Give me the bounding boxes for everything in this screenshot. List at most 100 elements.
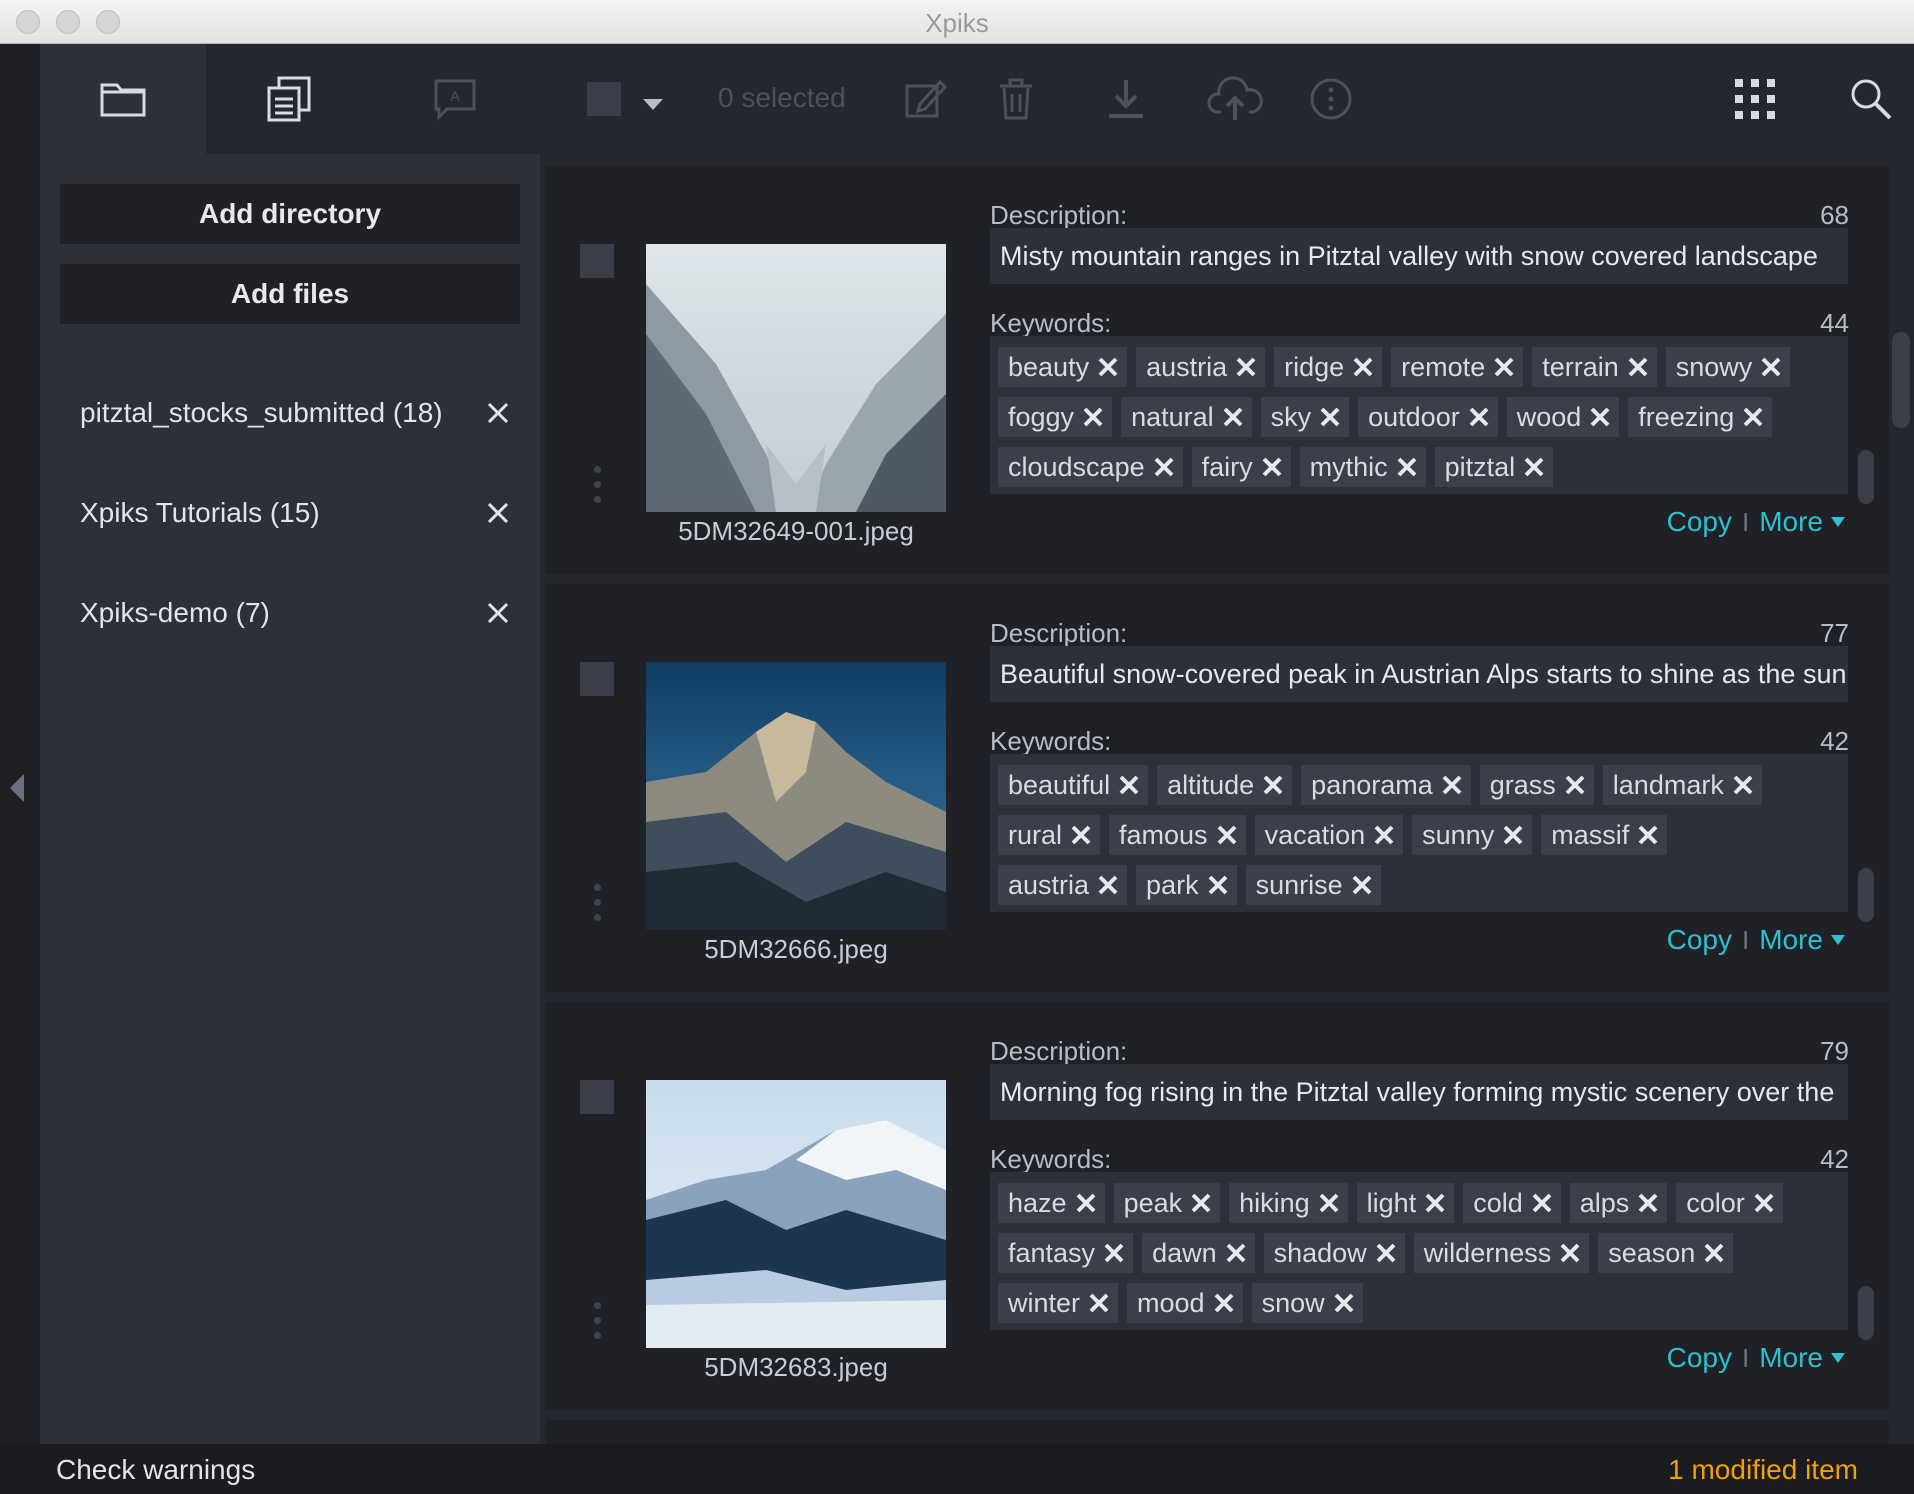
keyword-chip[interactable]: sunrise xyxy=(1245,865,1381,905)
keyword-chip[interactable]: wood xyxy=(1506,397,1620,437)
keyword-chip[interactable]: hiking xyxy=(1229,1183,1348,1223)
description-input[interactable]: Morning fog rising in the Pitztal valley… xyxy=(990,1064,1848,1120)
more-keywords-link[interactable]: More xyxy=(1759,924,1823,956)
copy-keywords-link[interactable]: Copy xyxy=(1667,924,1732,956)
remove-keyword-icon[interactable] xyxy=(1564,774,1586,796)
remove-keyword-icon[interactable] xyxy=(1523,456,1545,478)
more-caret-icon[interactable] xyxy=(1831,1353,1845,1363)
copy-keywords-link[interactable]: Copy xyxy=(1667,1342,1732,1374)
keyword-chip[interactable]: cold xyxy=(1463,1183,1561,1223)
keyword-chip[interactable]: austria xyxy=(998,865,1128,905)
keyword-chip[interactable]: peak xyxy=(1113,1183,1221,1223)
remove-keyword-icon[interactable] xyxy=(1153,456,1175,478)
artwork-thumbnail[interactable] xyxy=(646,1080,946,1348)
artwork-checkbox[interactable] xyxy=(580,244,614,278)
keyword-chip[interactable]: alps xyxy=(1569,1183,1668,1223)
remove-directory-close-icon[interactable] xyxy=(486,401,510,425)
remove-keyword-icon[interactable] xyxy=(1732,774,1754,796)
remove-keyword-icon[interactable] xyxy=(1097,356,1119,378)
remove-keyword-icon[interactable] xyxy=(1396,456,1418,478)
keyword-chip[interactable]: fairy xyxy=(1191,447,1291,487)
keyword-chip[interactable]: rural xyxy=(998,815,1101,855)
tab-translator[interactable]: A xyxy=(372,44,538,154)
keyword-chip[interactable]: season xyxy=(1598,1233,1734,1273)
download-icon[interactable] xyxy=(1096,44,1156,154)
remove-keyword-icon[interactable] xyxy=(1103,1242,1125,1264)
remove-keyword-icon[interactable] xyxy=(1627,356,1649,378)
keyword-chip[interactable]: color xyxy=(1676,1183,1783,1223)
description-input[interactable]: Misty mountain ranges in Pitztal valley … xyxy=(990,228,1848,284)
keyword-chip[interactable]: panorama xyxy=(1301,765,1471,805)
check-warnings-link[interactable]: Check warnings xyxy=(56,1454,255,1486)
remove-keyword-icon[interactable] xyxy=(1118,774,1140,796)
drag-handle-icon[interactable] xyxy=(594,466,602,511)
keyword-chip[interactable]: winter xyxy=(998,1283,1119,1323)
remove-keyword-icon[interactable] xyxy=(1082,406,1104,428)
directory-item[interactable]: Xpiks-demo (7) xyxy=(80,588,510,638)
select-all-checkbox[interactable] xyxy=(584,44,624,154)
remove-keyword-icon[interactable] xyxy=(1468,406,1490,428)
remove-keyword-icon[interactable] xyxy=(1207,874,1229,896)
keyword-chip[interactable]: beauty xyxy=(998,347,1128,387)
remove-keyword-icon[interactable] xyxy=(1097,874,1119,896)
search-icon[interactable] xyxy=(1836,44,1906,154)
more-icon[interactable] xyxy=(1296,44,1366,154)
remove-keyword-icon[interactable] xyxy=(1262,774,1284,796)
keyword-chip[interactable]: dawn xyxy=(1142,1233,1255,1273)
remove-keyword-icon[interactable] xyxy=(1742,406,1764,428)
more-caret-icon[interactable] xyxy=(1831,935,1845,945)
list-scrollbar[interactable] xyxy=(1892,332,1910,428)
keywords-editor[interactable]: beauty austria ridge remote terrain snow… xyxy=(990,336,1848,494)
remove-keyword-icon[interactable] xyxy=(1351,874,1373,896)
keyword-chip[interactable]: landmark xyxy=(1602,765,1762,805)
remove-keyword-icon[interactable] xyxy=(1637,1192,1659,1214)
trash-icon[interactable] xyxy=(986,44,1046,154)
remove-keyword-icon[interactable] xyxy=(1753,1192,1775,1214)
remove-keyword-icon[interactable] xyxy=(1222,406,1244,428)
keyword-chip[interactable]: foggy xyxy=(998,397,1113,437)
remove-keyword-icon[interactable] xyxy=(1319,406,1341,428)
remove-keyword-icon[interactable] xyxy=(1261,456,1283,478)
select-dropdown-icon[interactable] xyxy=(638,44,668,154)
remove-keyword-icon[interactable] xyxy=(1441,774,1463,796)
remove-keyword-icon[interactable] xyxy=(1213,1292,1235,1314)
keyword-chip[interactable]: pitztal xyxy=(1434,447,1554,487)
keyword-chip[interactable]: fantasy xyxy=(998,1233,1134,1273)
more-caret-icon[interactable] xyxy=(1831,517,1845,527)
collapse-sidebar-arrow-icon[interactable] xyxy=(10,774,24,802)
edit-icon[interactable] xyxy=(896,44,956,154)
keyword-chip[interactable]: snow xyxy=(1251,1283,1363,1323)
remove-keyword-icon[interactable] xyxy=(1637,824,1659,846)
add-directory-button[interactable]: Add directory xyxy=(60,184,520,244)
tab-directories[interactable] xyxy=(40,44,206,154)
more-keywords-link[interactable]: More xyxy=(1759,506,1823,538)
keyword-chip[interactable]: light xyxy=(1356,1183,1455,1223)
keywords-scrollbar[interactable] xyxy=(1858,450,1874,504)
keyword-chip[interactable]: massif xyxy=(1541,815,1668,855)
keyword-chip[interactable]: ridge xyxy=(1274,347,1383,387)
keyword-chip[interactable]: terrain xyxy=(1532,347,1657,387)
keyword-chip[interactable]: cloudscape xyxy=(998,447,1183,487)
keyword-chip[interactable]: altitude xyxy=(1157,765,1293,805)
artwork-checkbox[interactable] xyxy=(580,1080,614,1114)
keyword-chip[interactable]: outdoor xyxy=(1358,397,1498,437)
remove-keyword-icon[interactable] xyxy=(1352,356,1374,378)
remove-keyword-icon[interactable] xyxy=(1373,824,1395,846)
keyword-chip[interactable]: mood xyxy=(1127,1283,1243,1323)
keyword-chip[interactable]: sunny xyxy=(1412,815,1533,855)
remove-directory-close-icon[interactable] xyxy=(486,501,510,525)
keyword-chip[interactable]: grass xyxy=(1479,765,1594,805)
remove-keyword-icon[interactable] xyxy=(1424,1192,1446,1214)
remove-keyword-icon[interactable] xyxy=(1318,1192,1340,1214)
more-keywords-link[interactable]: More xyxy=(1759,1342,1823,1374)
keyword-chip[interactable]: snowy xyxy=(1665,347,1791,387)
grid-view-icon[interactable] xyxy=(1720,44,1790,154)
remove-keyword-icon[interactable] xyxy=(1075,1192,1097,1214)
keywords-editor[interactable]: haze peak hiking light cold alps color f… xyxy=(990,1172,1848,1330)
remove-keyword-icon[interactable] xyxy=(1559,1242,1581,1264)
keyword-chip[interactable]: shadow xyxy=(1263,1233,1405,1273)
add-files-button[interactable]: Add files xyxy=(60,264,520,324)
drag-handle-icon[interactable] xyxy=(594,1302,602,1347)
keyword-chip[interactable]: wilderness xyxy=(1413,1233,1590,1273)
tab-files[interactable] xyxy=(206,44,372,154)
